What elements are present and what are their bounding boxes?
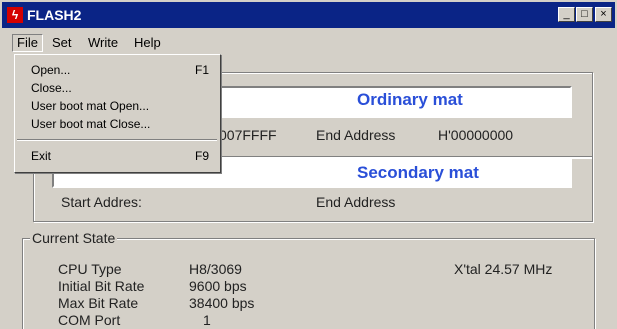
menu-help[interactable]: Help bbox=[130, 35, 165, 51]
initial-bit-rate-label: Initial Bit Rate bbox=[58, 278, 145, 294]
ordinary-mat-title: Ordinary mat bbox=[357, 90, 463, 109]
initial-bit-rate-value: 9600 bps bbox=[189, 278, 247, 294]
secondary-start-label: Start Addres: bbox=[61, 194, 142, 210]
com-port-value: 1 bbox=[203, 312, 211, 328]
menu-set[interactable]: Set bbox=[48, 35, 76, 51]
menu-close[interactable]: Close... bbox=[31, 80, 72, 96]
menu-open-shortcut: F1 bbox=[195, 63, 210, 77]
cpu-type-label: CPU Type bbox=[58, 261, 122, 277]
maximize-button[interactable]: □ bbox=[576, 7, 593, 22]
window-title: FLASH2 bbox=[27, 7, 82, 23]
menu-user-boot-open[interactable]: User boot mat Open... bbox=[31, 98, 149, 114]
title-bar[interactable]: ϟ FLASH2 _ □ × bbox=[2, 2, 615, 28]
close-button[interactable]: × bbox=[595, 7, 612, 22]
menu-exit-shortcut: F9 bbox=[195, 149, 210, 163]
com-port-label: COM Port bbox=[58, 312, 121, 328]
menu-separator bbox=[17, 139, 217, 141]
cpu-type-value: H8/3069 bbox=[189, 261, 242, 277]
menu-user-boot-close[interactable]: User boot mat Close... bbox=[31, 116, 150, 132]
ordinary-start-value: 007FFFF bbox=[219, 127, 277, 143]
flash2-window: ϟ FLASH2 _ □ × File Set Write Help Ordin… bbox=[0, 0, 617, 329]
ordinary-end-value: H'00000000 bbox=[438, 127, 514, 143]
max-bit-rate-label: Max Bit Rate bbox=[58, 295, 139, 311]
menu-write[interactable]: Write bbox=[84, 35, 122, 51]
menu-exit[interactable]: Exit bbox=[31, 148, 51, 164]
menu-bar: File Set Write Help bbox=[2, 32, 615, 54]
max-bit-rate-value: 38400 bps bbox=[189, 295, 255, 311]
menu-open[interactable]: Open... bbox=[31, 62, 70, 78]
current-state-label: Current State bbox=[30, 230, 118, 246]
menu-file[interactable]: File bbox=[12, 34, 43, 52]
xtal-value: X'tal 24.57 MHz bbox=[454, 261, 553, 277]
minimize-button[interactable]: _ bbox=[558, 7, 575, 22]
file-dropdown-menu: Open... F1 Close... User boot mat Open..… bbox=[14, 54, 221, 173]
flash-logo-icon: ϟ bbox=[7, 7, 23, 23]
secondary-end-label: End Address bbox=[316, 194, 396, 210]
ordinary-end-label: End Address bbox=[316, 127, 396, 143]
